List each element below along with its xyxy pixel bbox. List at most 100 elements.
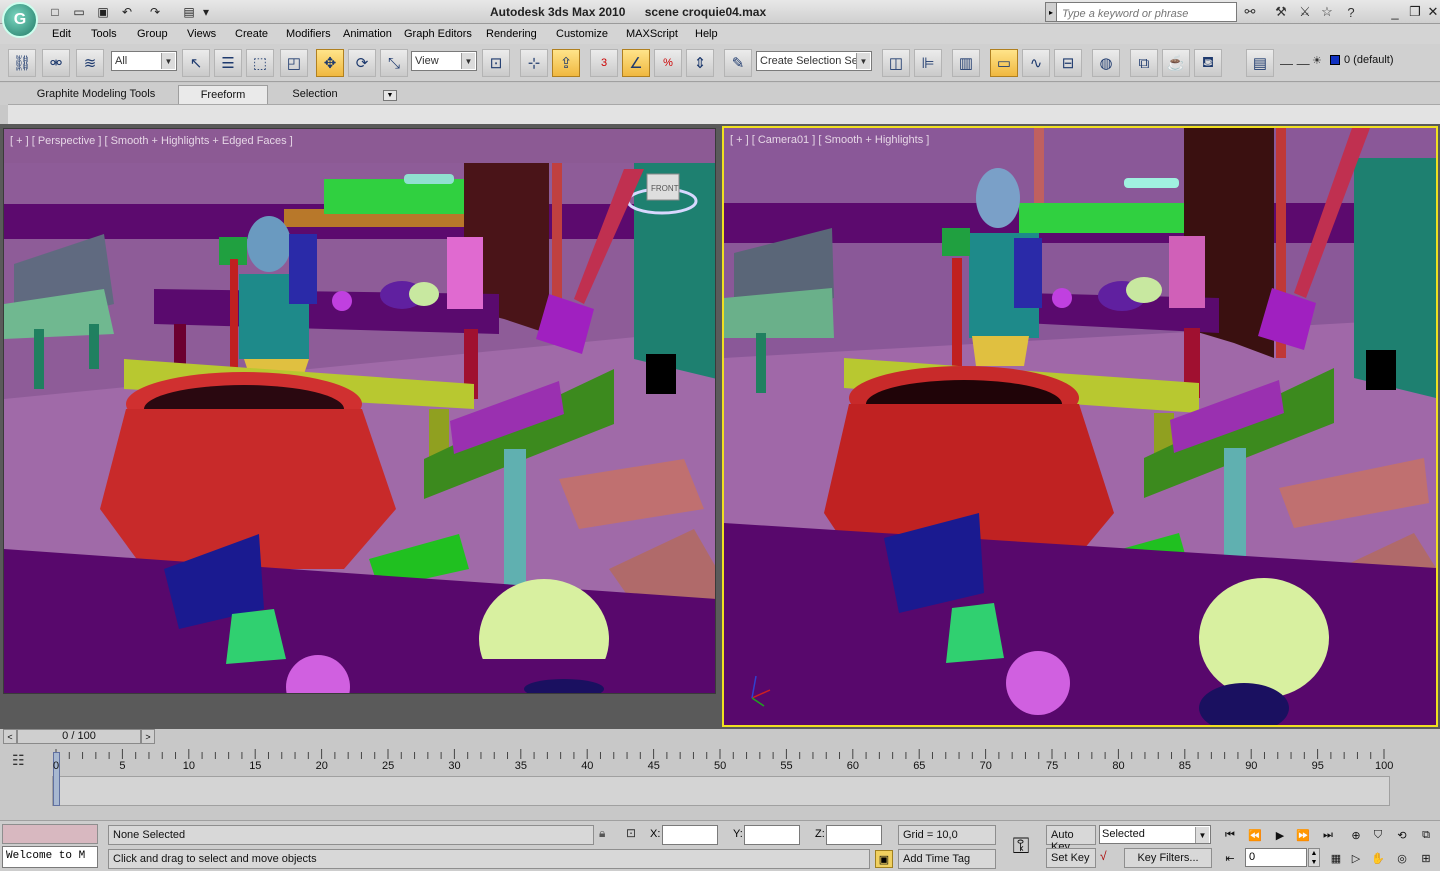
orbit-camera-icon[interactable]: ⟲ <box>1392 825 1412 845</box>
select-and-scale-icon[interactable]: ⤡ <box>380 49 408 77</box>
layer-manager-icon[interactable]: ▥ <box>952 49 980 77</box>
close-icon[interactable]: ✕ <box>1422 3 1440 21</box>
go-to-end-icon[interactable]: ⏭ <box>1318 825 1338 845</box>
select-and-move-icon[interactable]: ✥ <box>316 49 344 77</box>
app-logo-icon[interactable]: G <box>2 2 38 38</box>
render-setup-icon[interactable]: ⧉ <box>1130 49 1158 77</box>
menu-edit[interactable]: Edit <box>52 28 71 40</box>
zoom-icon[interactable]: ⊕ <box>1346 825 1366 845</box>
named-selection-sets-dropdown[interactable]: Create Selection Se ▼ <box>756 51 872 71</box>
percent-snap-icon[interactable]: % <box>654 49 682 77</box>
play-icon[interactable]: ▶ <box>1270 825 1290 845</box>
set-key-button[interactable]: Set Key <box>1046 848 1096 868</box>
minimize-icon[interactable]: _ <box>1384 3 1406 21</box>
current-frame-spinner[interactable]: ▲ ▼ <box>1308 848 1320 867</box>
selection-filter-dropdown[interactable]: All ▼ <box>111 51 177 71</box>
undo-icon[interactable]: ↶ <box>118 3 136 20</box>
key-mode-toggle-icon[interactable]: ⇤ <box>1220 848 1240 868</box>
redo-icon[interactable]: ↷ <box>146 3 164 20</box>
key-mode-dropdown[interactable]: Selected ▼ <box>1099 825 1211 844</box>
min-max-toggle-icon[interactable]: ⊞ <box>1416 848 1436 868</box>
menu-create[interactable]: Create <box>235 28 268 40</box>
menu-maxscript[interactable]: MAXScript <box>626 28 678 40</box>
menu-views[interactable]: Views <box>187 28 216 40</box>
previous-frame-icon[interactable]: ⏪ <box>1245 825 1265 845</box>
search-input[interactable] <box>1045 2 1237 22</box>
menu-tools[interactable]: Tools <box>91 28 117 40</box>
z-coordinate-field[interactable] <box>826 825 882 845</box>
subscription-icon[interactable]: ⚒ <box>1272 3 1290 21</box>
select-and-link-icon[interactable]: ⛓ <box>8 49 36 77</box>
trackbar-key-area[interactable] <box>52 776 1390 806</box>
curve-editor-icon[interactable]: ∿ <box>1022 49 1050 77</box>
menu-customize[interactable]: Customize <box>556 28 608 40</box>
angle-snap-icon[interactable]: ∠ <box>622 49 650 77</box>
binoculars-icon[interactable]: ⚯ <box>1241 3 1259 21</box>
rectangular-selection-icon[interactable]: ⬚ <box>246 49 274 77</box>
select-and-rotate-icon[interactable]: ⟳ <box>348 49 376 77</box>
select-and-manipulate-icon[interactable]: ⊹ <box>520 49 548 77</box>
perspective-viewport-label[interactable]: [ + ] [ Perspective ] [ Smooth + Highlig… <box>10 135 293 147</box>
quick-access-dropdown-icon[interactable]: ▾ <box>200 3 212 20</box>
maxscript-listener-pink[interactable] <box>2 824 98 844</box>
menu-group[interactable]: Group <box>137 28 168 40</box>
schematic-view-icon[interactable]: ⊟ <box>1054 49 1082 77</box>
zoom-all-icon[interactable]: ⛉ <box>1368 825 1388 845</box>
menu-animation[interactable]: Animation <box>343 28 392 40</box>
select-object-icon[interactable]: ↖ <box>182 49 210 77</box>
snaps-toggle-icon[interactable]: 3 <box>590 49 618 77</box>
field-of-view-icon[interactable]: ▷ <box>1346 848 1366 868</box>
time-tag-icon[interactable]: ▣ <box>875 850 893 868</box>
ribbon-options-icon[interactable]: ▼ <box>383 90 397 101</box>
set-key-icon[interactable]: ⚿ <box>1002 831 1040 861</box>
go-to-start-icon[interactable]: ⏮ <box>1220 825 1240 845</box>
open-file-icon[interactable]: ▭ <box>70 3 88 20</box>
perspective-viewport[interactable]: FRONT [+] [Perspective] [Smooth + H… <box>3 128 716 694</box>
time-slider-frame[interactable]: 0 / 100 <box>17 729 141 744</box>
pan-hand-icon[interactable]: ✋ <box>1368 848 1388 868</box>
edit-named-selection-icon[interactable]: ✎ <box>724 49 752 77</box>
mini-curve-editor-icon[interactable]: ☷ <box>12 752 30 768</box>
y-coordinate-field[interactable] <box>744 825 800 845</box>
time-slider-next-button[interactable]: > <box>141 729 155 744</box>
material-editor-icon[interactable]: ◍ <box>1092 49 1120 77</box>
new-file-icon[interactable]: □ <box>46 3 64 20</box>
help-icon[interactable]: ? <box>1342 3 1360 21</box>
orbit-icon[interactable]: ◎ <box>1392 848 1412 868</box>
x-coordinate-field[interactable] <box>662 825 718 845</box>
next-frame-icon[interactable]: ⏩ <box>1293 825 1313 845</box>
save-file-icon[interactable]: ▣ <box>94 3 112 20</box>
menu-modifiers[interactable]: Modifiers <box>286 28 331 40</box>
spinner-snap-icon[interactable]: ⇕ <box>686 49 714 77</box>
menu-graph-editors[interactable]: Graph Editors <box>404 28 472 40</box>
current-layer-name[interactable]: 0 (default) <box>1344 54 1394 66</box>
default-tangents-icon[interactable]: √ <box>1100 849 1120 867</box>
tab-graphite-modeling-tools[interactable]: Graphite Modeling Tools <box>22 85 170 104</box>
project-folder-icon[interactable]: ▤ <box>180 3 198 20</box>
quick-render-icon[interactable]: ⛾ <box>1194 49 1222 77</box>
rendered-frame-window-icon[interactable]: ☕ <box>1162 49 1190 77</box>
favorites-star-icon[interactable]: ☆ <box>1318 3 1336 21</box>
tab-freeform[interactable]: Freeform <box>178 85 268 104</box>
absolute-mode-icon[interactable]: ⊡ <box>626 826 642 842</box>
tab-selection[interactable]: Selection <box>276 85 354 104</box>
align-icon[interactable]: ⊫ <box>914 49 942 77</box>
time-configuration-icon[interactable]: ▦ <box>1326 848 1346 868</box>
selection-lock-icon[interactable]: 🔒︎ <box>599 826 615 842</box>
keyboard-shortcut-override-icon[interactable]: ⇪ <box>552 49 580 77</box>
layer-toolbar-icon[interactable]: ▤ <box>1246 49 1274 77</box>
pivot-point-center-icon[interactable]: ⊡ <box>482 49 510 77</box>
window-crossing-icon[interactable]: ◰ <box>280 49 308 77</box>
graphite-ribbon-toggle-icon[interactable]: ▭ <box>990 49 1018 77</box>
reference-coordinate-dropdown[interactable]: View ▼ <box>411 51 477 71</box>
add-time-tag-button[interactable]: Add Time Tag <box>898 849 996 869</box>
maximize-viewport-icon[interactable]: ⧉ <box>1416 825 1436 845</box>
light-bulb-icon[interactable]: ☀ <box>1312 54 1326 68</box>
menu-help[interactable]: Help <box>695 28 718 40</box>
layer-color-swatch[interactable] <box>1330 55 1340 65</box>
search-expand-icon[interactable]: ▸ <box>1045 2 1057 22</box>
camera-viewport-label[interactable]: [ + ] [ Camera01 ] [ Smooth + Highlights… <box>730 134 929 146</box>
bind-space-warp-icon[interactable]: ≋ <box>76 49 104 77</box>
key-filters-button[interactable]: Key Filters... <box>1124 848 1212 868</box>
time-slider-prev-button[interactable]: < <box>3 729 17 744</box>
